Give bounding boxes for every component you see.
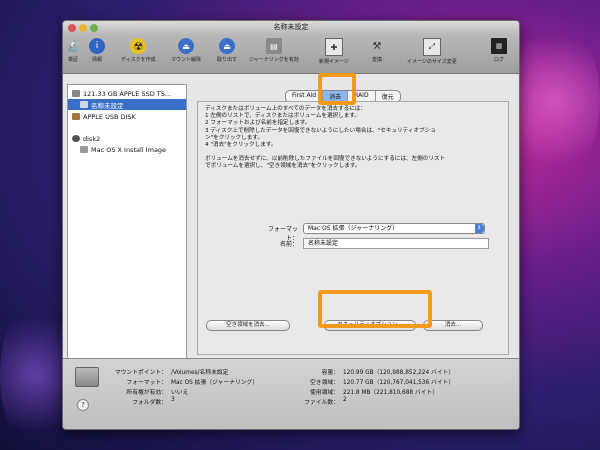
- disk-utility-window: 名称未設定 🔬 検証 i 情報 ☢ ディスクを作成 ⏏ マウント解除 ⏏ 取り出…: [62, 20, 520, 430]
- disk-list[interactable]: 121.33 GB APPLE SSD TS... 名称未設定 APPLE US…: [67, 84, 187, 360]
- info-label: フォルダ数：: [132, 400, 167, 406]
- tool-label: 変換: [371, 57, 382, 63]
- security-options-button[interactable]: セキュリティオプション...: [324, 320, 416, 331]
- info-label: 容量：: [321, 370, 339, 376]
- tool-label: ログ: [493, 57, 504, 63]
- tool-label: 検証: [67, 57, 78, 63]
- info-label: 所有権が有効：: [126, 390, 167, 396]
- info-label: 使用領域：: [310, 390, 339, 396]
- info-value: Mac OS 拡張（ジャーナリング）: [171, 380, 259, 386]
- eject-icon: ⏏: [219, 38, 235, 54]
- tool-label: イメージのサイズ変更: [407, 59, 457, 65]
- instruction-line: 2 フォーマットおよび名前を指定します。: [205, 120, 311, 127]
- info-tool-button[interactable]: i 情報: [89, 38, 105, 63]
- info-value: /Volumes/名称未設定: [171, 370, 229, 376]
- tool-label: ジャーナリングを有効: [249, 57, 299, 63]
- window-title: 名称未設定: [273, 23, 309, 31]
- instruction-line: ン"をクリックします。: [205, 134, 263, 141]
- sidebar-item-disk2[interactable]: disk2: [68, 133, 186, 144]
- convert-tool-button[interactable]: ⚒ 変換: [369, 38, 385, 64]
- info-label: ファイル数：: [304, 400, 339, 406]
- sidebar-item-label: APPLE USB DISK: [83, 112, 136, 121]
- sidebar-item-usb-disk[interactable]: APPLE USB DISK: [68, 111, 186, 122]
- verify-tool-button[interactable]: 🔬 検証: [65, 38, 81, 64]
- detail-pane: First Aid 消去 RAID 復元 ディスクまたはボリューム上のすべてのデ…: [193, 84, 513, 358]
- sidebar-item-label: disk2: [83, 134, 101, 143]
- usb-disk-icon: [72, 113, 80, 120]
- sidebar-item-label: 121.33 GB APPLE SSD TS...: [83, 89, 172, 98]
- burn-icon: ☢: [130, 38, 147, 54]
- title-bar[interactable]: 名称未設定: [63, 21, 519, 35]
- sidebar-item-label: Mac OS X Install Image: [91, 145, 167, 154]
- hard-disk-icon: [72, 90, 80, 97]
- convert-icon: ⚒: [372, 40, 382, 52]
- burn-tool-button[interactable]: ☢ ディスクを作成: [121, 38, 156, 63]
- new-image-tool-button[interactable]: ✚ 新規イメージ: [319, 38, 349, 65]
- eject-tool-button[interactable]: ⏏ 取り出す: [217, 38, 237, 63]
- wallpaper-glow: [510, 20, 600, 180]
- sidebar-item-install-image[interactable]: Mac OS X Install Image: [68, 144, 186, 155]
- journal-icon: ▤: [265, 38, 282, 54]
- name-label: 名前：: [279, 241, 298, 248]
- chevron-updown-icon: ⇕: [475, 224, 484, 233]
- instruction-line: でボリュームを選択し、"空き領域を消去"をクリックします。: [205, 163, 361, 170]
- volume-icon: [80, 146, 88, 153]
- log-icon: ▦: [491, 38, 507, 54]
- info-label: 空き領域：: [310, 380, 339, 386]
- erase-button[interactable]: 消去...: [423, 320, 483, 331]
- log-tool-button[interactable]: ▦ ログ: [491, 38, 507, 63]
- help-button[interactable]: ?: [77, 399, 89, 411]
- format-select-value: Mac OS 拡張（ジャーナリング）: [308, 225, 399, 232]
- info-value: いいえ: [171, 390, 189, 396]
- info-value: 2: [343, 397, 347, 403]
- disk-image-icon: [72, 135, 80, 142]
- tool-label: ディスクを作成: [121, 57, 156, 63]
- format-select[interactable]: Mac OS 拡張（ジャーナリング） ⇕: [303, 223, 485, 234]
- instruction-line: 3 ディスク上で削除したデータを回復できないようにしたい場合は、"セキュリティオ…: [205, 127, 436, 134]
- erase-free-space-button[interactable]: 空き領域を消去...: [206, 320, 290, 331]
- wallpaper-glow: [0, 300, 70, 450]
- info-value: 120.99 GB（120,988,852,224 バイト）: [343, 370, 455, 376]
- volume-icon: [80, 101, 88, 108]
- volume-icon: [75, 367, 99, 387]
- info-label: マウントポイント：: [114, 370, 167, 376]
- tool-label: 情報: [91, 57, 102, 63]
- name-field[interactable]: 名称未設定: [303, 238, 489, 249]
- resize-icon: ⤢: [422, 38, 441, 56]
- magnifier-icon: 🔬: [66, 39, 80, 53]
- info-value: 221.8 MB（221,810,688 バイト）: [343, 390, 439, 396]
- instruction-line: 4 "消去"をクリックします。: [205, 142, 277, 149]
- erase-instructions: ディスクまたはボリューム上のすべてのデータを消去するには： 1 左側のリストで、…: [205, 106, 445, 171]
- volume-info-bar: ? マウントポイント： /Volumes/名称未設定 フォーマット： Mac O…: [63, 358, 519, 429]
- info-icon: i: [89, 38, 105, 54]
- erase-panel: ディスクまたはボリューム上のすべてのデータを消去するには： 1 左側のリストで、…: [197, 101, 509, 355]
- new-image-icon: ✚: [324, 38, 343, 56]
- resize-image-tool-button[interactable]: ⤢ イメージのサイズ変更: [407, 38, 457, 65]
- info-value: 120.77 GB（120,767,041,536 バイト）: [343, 380, 455, 386]
- toolbar: 🔬 検証 i 情報 ☢ ディスクを作成 ⏏ マウント解除 ⏏ 取り出す ▤ ジャ…: [63, 35, 519, 74]
- sidebar-item-volume[interactable]: 名称未設定: [68, 99, 186, 110]
- unmount-tool-button[interactable]: ⏏ マウント解除: [171, 38, 201, 63]
- sidebar-item-ssd[interactable]: 121.33 GB APPLE SSD TS...: [68, 88, 186, 99]
- main-area: 121.33 GB APPLE SSD TS... 名称未設定 APPLE US…: [63, 74, 519, 360]
- info-label: フォーマット：: [126, 380, 167, 386]
- sidebar-item-label: 名称未設定: [91, 101, 124, 110]
- tool-label: 取り出す: [217, 57, 238, 63]
- info-value: 3: [171, 397, 175, 403]
- tool-label: マウント解除: [171, 57, 202, 63]
- enable-journaling-tool-button[interactable]: ▤ ジャーナリングを有効: [249, 38, 299, 63]
- tool-label: 新規イメージ: [319, 59, 349, 65]
- eject-icon: ⏏: [178, 38, 194, 54]
